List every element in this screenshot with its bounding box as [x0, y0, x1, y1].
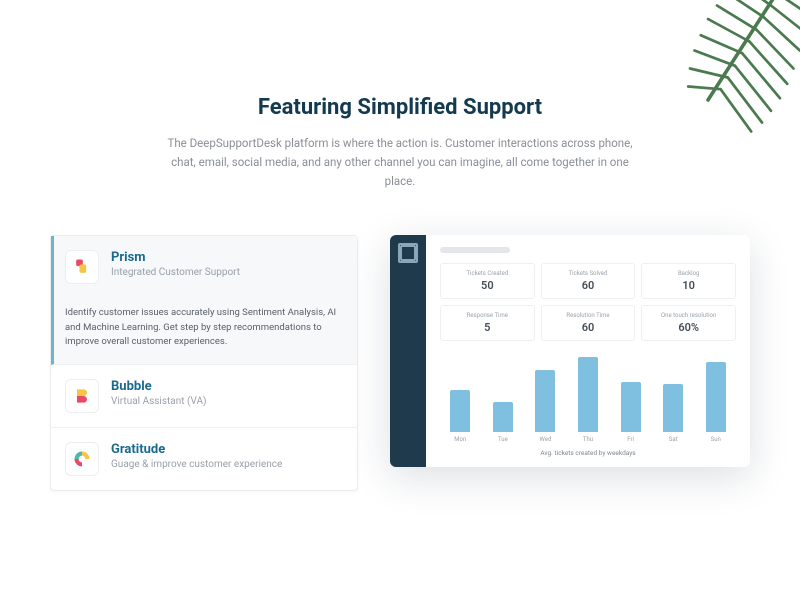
feature-subtitle: Integrated Customer Support: [111, 267, 341, 278]
chart-column: Tue: [489, 402, 518, 443]
feature-title: Gratitude: [111, 442, 341, 457]
feature-item-prism[interactable]: Prism Integrated Customer Support Identi…: [51, 236, 357, 365]
stat-card: Tickets Solved 60: [541, 263, 636, 299]
feature-item-bubble[interactable]: Bubble Virtual Assistant (VA): [51, 365, 357, 428]
feature-list: Prism Integrated Customer Support Identi…: [50, 235, 358, 491]
stat-card: Response Time 5: [440, 305, 535, 341]
chart-column: Sun: [701, 362, 730, 443]
chart-x-label: Tue: [498, 436, 508, 443]
stat-value: 60: [546, 279, 631, 292]
palm-leaf-decoration: [650, 0, 800, 145]
feature-title: Bubble: [111, 379, 341, 394]
stat-card: Backlog 10: [641, 263, 736, 299]
dashboard-preview: Tickets Created 50 Tickets Solved 60 Bac…: [390, 235, 750, 467]
chart-x-label: Thu: [583, 436, 593, 443]
bubble-icon: [65, 379, 99, 413]
hero-subtitle: The DeepSupportDesk platform is where th…: [160, 134, 640, 191]
chart-x-label: Fri: [627, 436, 634, 443]
chart-bar: [621, 382, 641, 432]
dashboard-logo-icon: [400, 245, 416, 261]
stat-label: One touch resolution: [646, 312, 731, 319]
chart-column: Sat: [659, 384, 688, 443]
dashboard-title-placeholder: [440, 247, 510, 253]
dashboard-sidebar: [390, 235, 426, 467]
chart-column: Mon: [446, 390, 475, 443]
chart-x-label: Wed: [540, 436, 552, 443]
chart-column: Fri: [616, 382, 645, 443]
feature-title: Prism: [111, 250, 341, 265]
stat-label: Resolution Time: [546, 312, 631, 319]
chart-x-label: Sat: [669, 436, 678, 443]
chart-bar: [493, 402, 513, 432]
gratitude-icon: [65, 442, 99, 476]
chart-bar: [706, 362, 726, 432]
stat-value: 10: [646, 279, 731, 292]
chart-column: Thu: [574, 357, 603, 443]
feature-item-gratitude[interactable]: Gratitude Guage & improve customer exper…: [51, 428, 357, 490]
chart-bar: [450, 390, 470, 432]
stat-value: 60%: [646, 321, 731, 334]
feature-description: Identify customer issues accurately usin…: [65, 306, 341, 350]
stat-card: One touch resolution 60%: [641, 305, 736, 341]
stat-value: 50: [445, 279, 530, 292]
stat-card: Tickets Created 50: [440, 263, 535, 299]
chart-caption: Avg. tickets created by weekdays: [440, 449, 736, 457]
feature-subtitle: Virtual Assistant (VA): [111, 396, 341, 407]
stat-card: Resolution Time 60: [541, 305, 636, 341]
feature-subtitle: Guage & improve customer experience: [111, 459, 341, 470]
chart-x-label: Sun: [711, 436, 721, 443]
stat-label: Tickets Solved: [546, 270, 631, 277]
chart-column: Wed: [531, 370, 560, 443]
prism-icon: [65, 250, 99, 284]
stat-label: Response Time: [445, 312, 530, 319]
stat-value: 60: [546, 321, 631, 334]
chart-x-label: Mon: [454, 436, 466, 443]
chart-bar: [578, 357, 598, 432]
stat-label: Backlog: [646, 270, 731, 277]
stat-label: Tickets Created: [445, 270, 530, 277]
chart-bar: [663, 384, 683, 432]
chart-bar: [535, 370, 555, 432]
hero-title: Featuring Simplified Support: [160, 95, 640, 120]
weekday-bar-chart: Mon Tue Wed Thu Fri Sat Sun: [440, 353, 736, 443]
stats-grid: Tickets Created 50 Tickets Solved 60 Bac…: [440, 263, 736, 341]
stat-value: 5: [445, 321, 530, 334]
